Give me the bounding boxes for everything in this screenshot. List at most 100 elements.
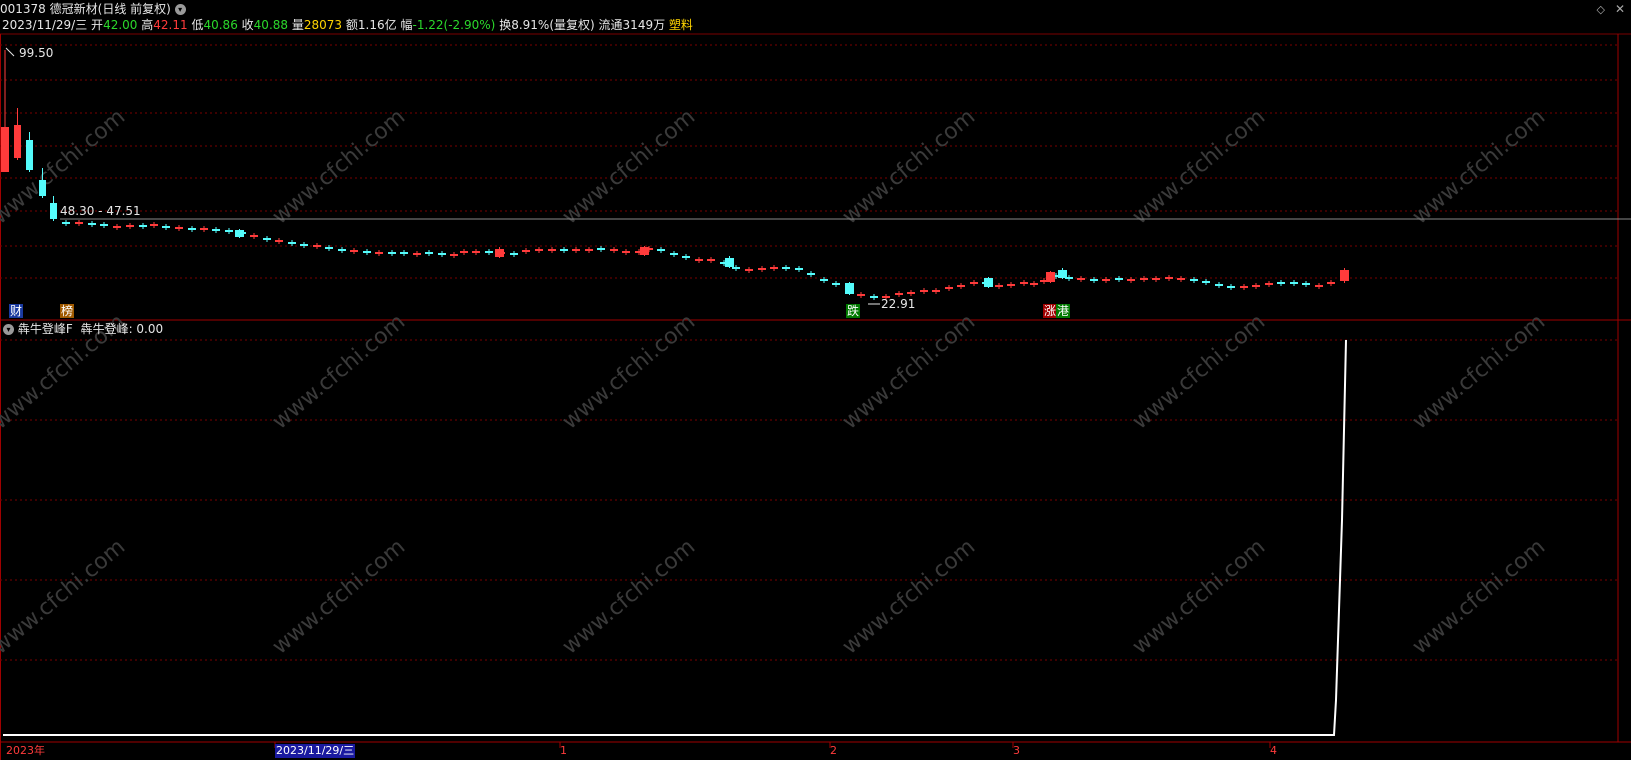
candle-body xyxy=(1340,270,1349,281)
candle-body xyxy=(235,230,244,237)
tag-cai[interactable]: 财 xyxy=(9,304,24,318)
candle-body xyxy=(1115,278,1123,280)
candle-body xyxy=(1277,282,1285,284)
candle-body xyxy=(1327,282,1335,284)
candle-body xyxy=(175,227,183,229)
x-label-month-4: 4 xyxy=(1270,744,1277,757)
tag-bang[interactable]: 榜 xyxy=(60,304,75,318)
candle-body xyxy=(1,127,9,172)
candle-body xyxy=(1265,283,1273,285)
candle-body xyxy=(338,249,346,251)
candle-body xyxy=(1215,284,1223,286)
watermark-text: www.cfchi.com xyxy=(1128,309,1270,434)
candle-body xyxy=(495,249,504,257)
candle-body xyxy=(725,258,734,267)
candle-body xyxy=(984,278,993,287)
candle-body xyxy=(895,293,903,295)
candle-body xyxy=(100,224,108,226)
watermark-text: www.cfchi.com xyxy=(1408,104,1550,229)
candle-body xyxy=(375,252,383,254)
watermark-text: www.cfchi.com xyxy=(0,534,130,659)
candle-body xyxy=(1046,272,1055,282)
candle-body xyxy=(670,253,678,255)
candle-body xyxy=(388,252,396,254)
range-label: 48.30 - 47.51 xyxy=(60,204,141,218)
candle-body xyxy=(907,292,915,294)
watermark-text: www.cfchi.com xyxy=(558,309,700,434)
candle-body xyxy=(920,290,928,292)
candle-body xyxy=(1090,279,1098,281)
indicator-name[interactable]: 犇牛登峰F xyxy=(18,322,73,336)
candle-body xyxy=(932,290,940,292)
candle-body xyxy=(1315,285,1323,287)
candle-body xyxy=(75,222,83,224)
candle-body xyxy=(225,230,233,232)
candle-body xyxy=(1007,284,1015,286)
min-price-label: 22.91 xyxy=(881,297,916,311)
candle-body xyxy=(150,224,158,226)
candle-body xyxy=(485,251,493,253)
watermark-text: www.cfchi.com xyxy=(558,104,700,229)
candle-body xyxy=(188,228,196,230)
candle-body xyxy=(782,267,790,269)
indicator-menu-icon[interactable]: ▾ xyxy=(3,324,14,335)
candle-body xyxy=(363,251,371,253)
watermark-text: www.cfchi.com xyxy=(558,534,700,659)
indicator-grid xyxy=(0,339,1618,661)
price-grid xyxy=(0,44,1618,279)
candle-body xyxy=(832,283,840,285)
candle-body xyxy=(50,203,57,219)
indicator-value: 犇牛登峰: 0.00 xyxy=(80,322,164,336)
candle-body xyxy=(275,240,283,242)
candle-body xyxy=(1030,283,1038,285)
candle-body xyxy=(1202,281,1210,283)
x-label-year: 2023年 xyxy=(6,744,45,757)
watermark-text: www.cfchi.com xyxy=(838,534,980,659)
candle-body xyxy=(795,268,803,270)
watermark-text: www.cfchi.com xyxy=(268,309,410,434)
watermark-layer: www.cfchi.com www.cfchi.com www.cfchi.com w… xyxy=(0,104,1550,659)
candle-body xyxy=(610,249,618,251)
candle-body xyxy=(1152,278,1160,280)
candle-body xyxy=(1240,286,1248,288)
x-label-cursor-date[interactable]: 2023/11/29/三 xyxy=(275,744,356,758)
candle-body xyxy=(1252,285,1260,287)
candle-body xyxy=(597,248,605,250)
tag-zhang[interactable]: 涨 xyxy=(1043,304,1058,318)
tag-gang[interactable]: 港 xyxy=(1056,304,1071,318)
candle-body xyxy=(732,267,740,269)
candle-body xyxy=(313,245,321,247)
max-price-label: 99.50 xyxy=(19,46,54,60)
candle-body xyxy=(263,238,271,240)
candle-body xyxy=(460,251,468,253)
candle-body xyxy=(770,267,778,269)
watermark-text: www.cfchi.com xyxy=(838,309,980,434)
candle-body xyxy=(845,283,854,294)
x-label-month-1: 1 xyxy=(560,744,567,757)
candle-body xyxy=(300,244,308,246)
candle-body xyxy=(857,294,865,296)
candle-body xyxy=(758,268,766,270)
candle-body xyxy=(820,279,828,281)
candle-body xyxy=(707,259,715,261)
candle-body xyxy=(438,253,446,255)
indicator-header: ▾ 犇牛登峰F 犇牛登峰: 0.00 xyxy=(3,322,163,336)
candle-body xyxy=(535,249,543,251)
candle-body xyxy=(548,249,556,251)
indicator-line xyxy=(3,339,1347,736)
watermark-text: www.cfchi.com xyxy=(1128,534,1270,659)
candle-body xyxy=(807,273,815,275)
candle-body xyxy=(1290,282,1298,284)
candle-body xyxy=(510,253,518,255)
candle-body xyxy=(1190,279,1198,281)
candle-body xyxy=(957,285,965,287)
watermark-text: www.cfchi.com xyxy=(1128,104,1270,229)
x-label-month-3: 3 xyxy=(1013,744,1020,757)
candle-body xyxy=(657,249,665,251)
candle-body xyxy=(870,296,878,298)
candle-body xyxy=(1127,279,1135,281)
candle-body xyxy=(450,254,458,256)
candle-body xyxy=(1227,286,1235,288)
candle-body xyxy=(200,228,208,230)
tag-die[interactable]: 跌 xyxy=(846,304,861,318)
